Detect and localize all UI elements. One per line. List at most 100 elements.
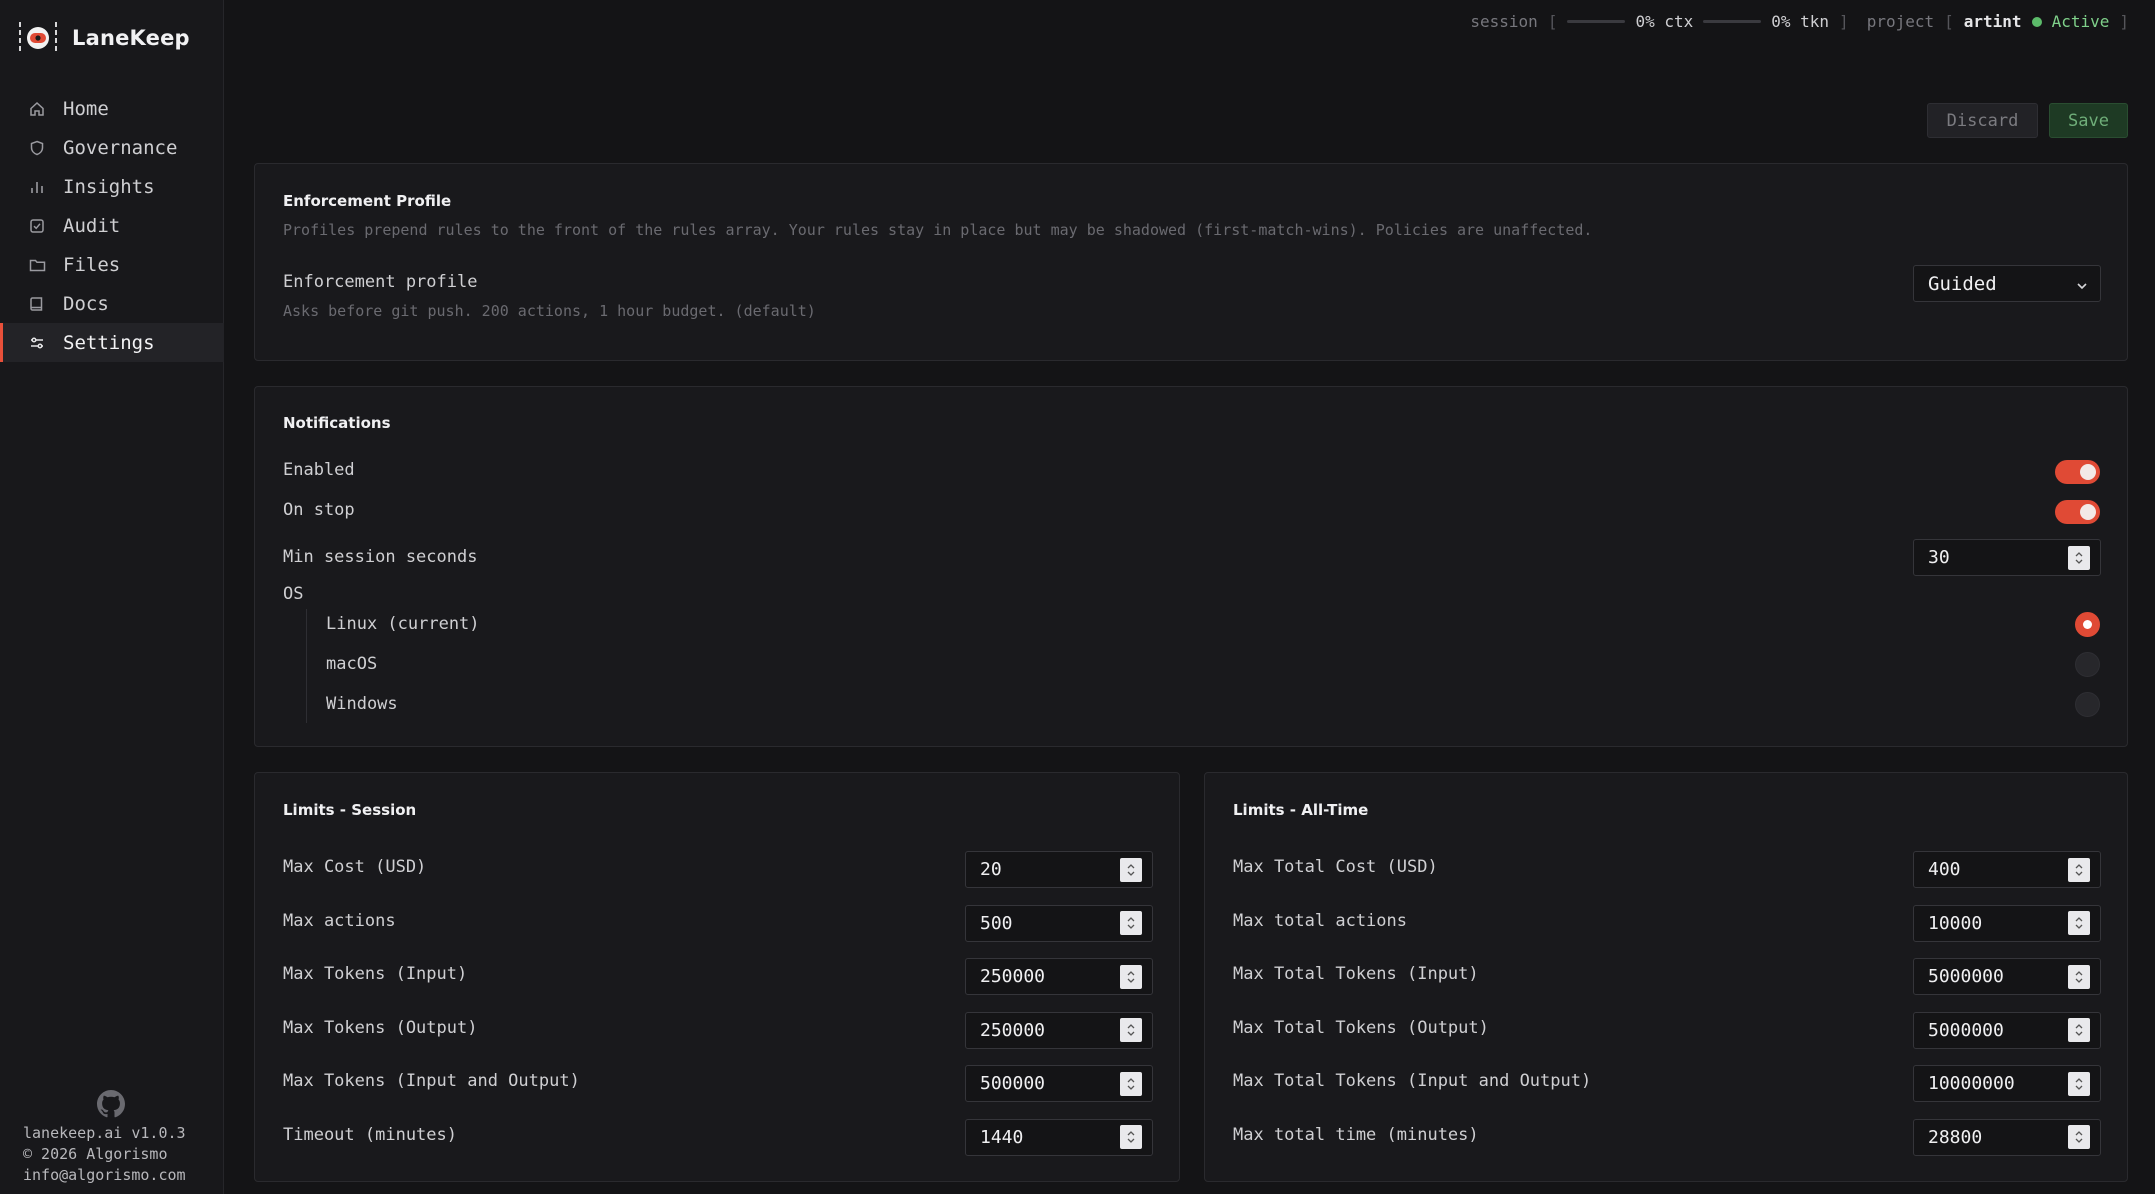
number-input[interactable] [980,966,1100,987]
number-input[interactable] [1928,1073,2048,1094]
limit-label: Max Cost (USD) [283,857,427,877]
limit-input[interactable] [965,904,1153,942]
stepper-icon[interactable] [2068,1071,2090,1096]
on-stop-toggle[interactable] [2055,500,2100,524]
sidebar-item-label: Home [63,97,109,120]
min-session-input[interactable] [1913,539,2101,576]
sliders-icon [28,334,46,352]
stepper-icon[interactable] [2068,1018,2090,1042]
stepper-icon[interactable] [1120,964,1142,989]
sidebar-item-home[interactable]: Home [0,89,224,128]
checkbox-icon [28,217,46,235]
sidebar-item-label: Governance [63,136,178,159]
sidebar-item-settings[interactable]: Settings [0,323,224,362]
number-input[interactable] [980,1126,1100,1148]
limit-label: Max Total Cost (USD) [1233,857,1438,877]
footer-email-link[interactable]: info@algorismo.com [23,1165,186,1186]
stepper-icon[interactable] [2068,857,2090,882]
shield-icon [28,139,46,157]
sidebar-footer: lanekeep.ai v1.0.3 © 2026 Algorismo info… [0,1123,186,1186]
footer-version: v1.0.3 [131,1124,186,1142]
limit-input[interactable] [965,1011,1153,1049]
session-label: session [1470,12,1538,31]
number-input[interactable] [1928,966,2048,987]
limit-label: Max Total Tokens (Output) [1233,1017,1489,1038]
discard-button[interactable]: Discard [1927,103,2038,138]
stepper-icon[interactable] [2068,964,2090,989]
stepper-icon[interactable] [2068,1125,2090,1149]
limit-input[interactable] [1913,958,2101,995]
stepper-icon[interactable] [1120,1018,1142,1042]
ctx-value: 0% ctx [1635,12,1694,31]
enabled-toggle[interactable] [2055,460,2100,484]
sidebar-item-label: Files [63,253,121,276]
sidebar-item-audit[interactable]: Audit [0,206,224,245]
card-title: Limits - Session [283,801,417,819]
number-input[interactable] [980,859,1100,880]
number-input[interactable] [1928,1126,2048,1148]
number-input[interactable] [980,912,1100,934]
limit-input[interactable] [1913,1011,2101,1049]
book-icon [28,295,46,313]
limit-input[interactable] [965,958,1153,995]
project-label: project [1866,12,1935,31]
os-option-windows-label: Windows [326,694,398,714]
save-button[interactable]: Save [2049,103,2128,138]
enabled-label: Enabled [283,460,355,480]
card-title: Limits - All-Time [1233,801,1369,819]
bar-chart-icon [28,178,46,196]
os-label: OS [283,584,304,604]
number-input[interactable] [980,1073,1100,1094]
sidebar-nav: Home Governance Insights Audit Files Doc… [0,89,224,362]
limit-input[interactable] [965,1065,1153,1102]
number-input[interactable] [1928,547,2048,568]
footer-site-link[interactable]: lanekeep.ai [23,1124,122,1142]
project-name: artint [1963,12,2022,31]
limit-label: Max Tokens (Input) [283,964,468,984]
status-bar: session [ 0% ctx 0% tkn ] project [ arti… [1470,12,2129,31]
limit-label: Max Total Tokens (Input) [1233,964,1479,984]
number-input[interactable] [1928,1019,2048,1041]
sidebar-item-governance[interactable]: Governance [0,128,224,167]
enforcement-profile-select[interactable]: Guided [1913,265,2101,302]
os-option-windows-radio[interactable] [2075,692,2100,717]
stepper-icon[interactable] [1120,1071,1142,1096]
brand[interactable]: LaneKeep [18,18,190,58]
limit-label: Max Tokens (Output) [283,1017,478,1038]
stepper-icon[interactable] [1120,911,1142,935]
os-option-macos-radio[interactable] [2075,652,2100,677]
sidebar-item-insights[interactable]: Insights [0,167,224,206]
stepper-icon[interactable] [1120,857,1142,882]
github-icon[interactable] [97,1090,125,1118]
app-name: LaneKeep [72,26,190,50]
stepper-icon[interactable] [2068,545,2090,570]
number-input[interactable] [980,1019,1100,1041]
limits-all-time-card: Limits - All-Time Max Total Cost (USD) Ma… [1204,772,2128,1182]
limit-input[interactable] [1913,851,2101,888]
status-text: Active [2051,12,2110,31]
limit-label: Max Tokens (Input and Output) [283,1071,580,1091]
bracket-close: ] [2119,12,2129,31]
sidebar-item-files[interactable]: Files [0,245,224,284]
limit-input[interactable] [1913,904,2101,942]
limit-input[interactable] [1913,1118,2101,1156]
number-input[interactable] [1928,912,2048,934]
sidebar-item-label: Settings [63,331,155,354]
os-option-linux-radio[interactable] [2075,612,2100,637]
field-help: Asks before git push. 200 actions, 1 hou… [283,302,816,320]
limit-input[interactable] [1913,1065,2101,1102]
stepper-icon[interactable] [1120,1125,1142,1149]
card-title: Enforcement Profile [283,192,452,210]
sidebar-item-docs[interactable]: Docs [0,284,224,323]
limit-label: Max total actions [1233,910,1407,931]
stepper-icon[interactable] [2068,911,2090,935]
limit-label: Max total time (minutes) [1233,1124,1479,1145]
tkn-meter [1703,20,1762,23]
number-input[interactable] [1928,859,2048,880]
limit-input[interactable] [965,1118,1153,1156]
tkn-value: 0% tkn [1771,12,1830,31]
home-icon [28,100,46,118]
sidebar-item-label: Audit [63,214,121,237]
limit-input[interactable] [965,851,1153,888]
sidebar-item-label: Docs [63,292,109,315]
